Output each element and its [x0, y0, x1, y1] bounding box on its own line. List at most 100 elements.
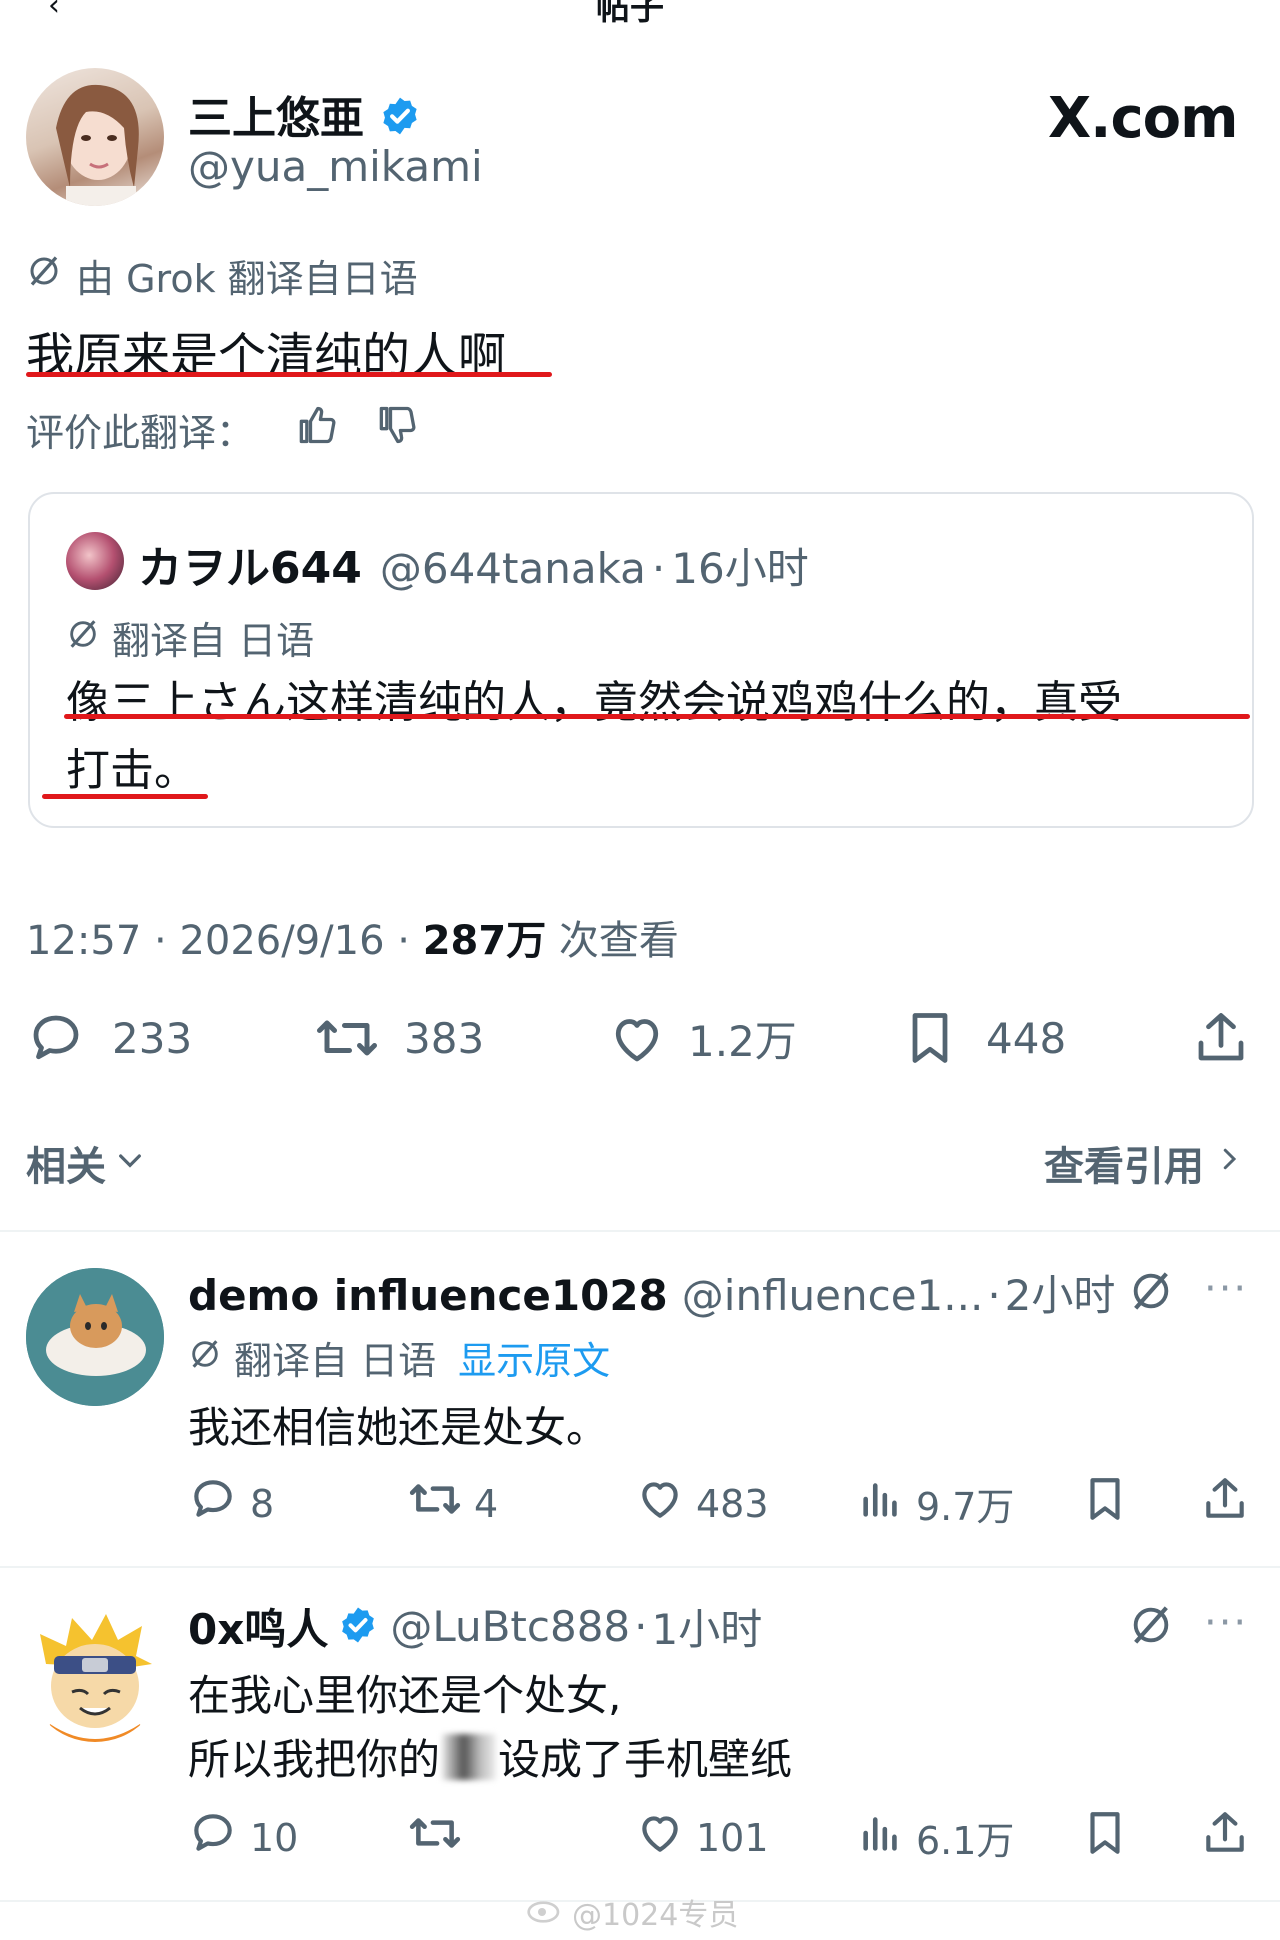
reply-time: 2小时	[1004, 1271, 1116, 1320]
repost-icon	[408, 1474, 462, 1533]
grok-icon[interactable]	[1128, 1602, 1174, 1652]
grok-icon	[26, 253, 62, 298]
rate-translation: 评价此翻译：	[26, 402, 418, 457]
reply-translation-note: 翻译自 日语 显示原文	[188, 1330, 610, 1385]
quote-author-handle[interactable]: @644tanaka	[380, 544, 646, 593]
views-chart-icon	[858, 1808, 904, 1867]
bookmark-button[interactable]: 448	[900, 1008, 1066, 1068]
more-options-icon[interactable]: ···	[1204, 1600, 1248, 1646]
views-count: 9.7万	[916, 1485, 1015, 1529]
reply-translation-text: 翻译自 日语	[234, 1339, 437, 1383]
watermark: @1024专员	[526, 1890, 738, 1934]
weibo-logo-icon	[526, 1892, 566, 1932]
reply-button[interactable]: 233	[26, 1008, 192, 1068]
reply-views-button[interactable]: 9.7万	[858, 1474, 1014, 1533]
heart-icon	[634, 1474, 686, 1533]
reply-text-line2: 所以我把你的 设成了手机壁纸	[188, 1726, 792, 1787]
underline-mark	[26, 372, 552, 377]
like-count: 483	[696, 1481, 769, 1526]
verified-badge-icon	[379, 95, 421, 148]
reply-icon	[188, 1808, 238, 1867]
views-label: 次查看	[558, 918, 679, 964]
quote-author-avatar[interactable]	[66, 532, 124, 590]
divider	[0, 1566, 1280, 1568]
reply-reply-button[interactable]: 8	[188, 1474, 274, 1533]
reply-reply-button[interactable]: 10	[188, 1808, 298, 1867]
bookmark-count: 448	[986, 1013, 1067, 1063]
more-options-icon[interactable]: ···	[1204, 1266, 1248, 1312]
reply-text: 我还相信她还是处女。	[188, 1403, 609, 1452]
reply-share-button[interactable]	[1200, 1474, 1250, 1533]
related-label: 相关	[26, 1144, 106, 1190]
quote-translation-text: 翻译自 日语	[112, 619, 315, 663]
reply-bookmark-button[interactable]	[1080, 1474, 1130, 1533]
author-name[interactable]: 三上悠亜	[188, 82, 421, 148]
repost-icon	[314, 1008, 380, 1068]
reply-count: 233	[112, 1013, 193, 1063]
reply-bookmark-button[interactable]	[1080, 1808, 1130, 1867]
reply-repost-button[interactable]: 4	[408, 1474, 498, 1533]
share-icon	[1200, 1474, 1250, 1533]
like-count: 101	[696, 1815, 769, 1860]
reply-author-name[interactable]: 0x鸣人	[188, 1596, 328, 1657]
thumbs-up-icon[interactable]	[294, 403, 338, 456]
quote-text-line1: 像三上さん这样清纯的人，竟然会说鸡鸡什么的，真受	[66, 677, 1122, 728]
reply-count: 10	[250, 1815, 299, 1860]
repost-count: 4	[474, 1481, 499, 1526]
quote-author-name[interactable]: カヲル644	[138, 532, 362, 596]
translate-icon	[188, 1336, 222, 1380]
author-name-text[interactable]: 三上悠亜	[188, 93, 364, 144]
reply-icon	[26, 1008, 86, 1068]
reply-share-button[interactable]	[1200, 1808, 1250, 1867]
reply-text-line2-start: 所以我把你的	[188, 1735, 441, 1784]
divider	[0, 1230, 1280, 1232]
reply-author-handle[interactable]: @influence1...	[682, 1271, 984, 1320]
related-toggle[interactable]: 相关	[26, 1134, 146, 1192]
reply-like-button[interactable]: 101	[634, 1808, 769, 1867]
grok-icon[interactable]	[1128, 1268, 1174, 1318]
share-icon	[1190, 1008, 1252, 1068]
share-icon	[1200, 1808, 1250, 1867]
reply-repost-button[interactable]	[408, 1808, 462, 1867]
author-avatar[interactable]	[26, 68, 164, 206]
reply-avatar[interactable]	[26, 1604, 164, 1742]
author-handle[interactable]: @yua_mikami	[188, 142, 483, 191]
heart-icon	[634, 1808, 686, 1867]
quote-header: カヲル644 @644tanaka · 16小时	[138, 532, 809, 596]
top-header: ‹ 帖子	[0, 0, 1280, 28]
views-count: 6.1万	[916, 1819, 1015, 1863]
heart-icon	[606, 1009, 668, 1069]
quote-time: 16小时	[671, 544, 809, 593]
censored-blur	[442, 1733, 497, 1780]
brand-label: X.com	[1048, 86, 1238, 151]
bookmark-icon	[900, 1008, 960, 1068]
chevron-right-icon	[1214, 1140, 1244, 1186]
reply-text-line1: 在我心里你还是个处女,	[188, 1671, 622, 1720]
reply-author-name[interactable]: demo influence1028	[188, 1271, 668, 1320]
separator-dot: ·	[634, 1602, 648, 1651]
repost-count: 383	[404, 1013, 485, 1063]
reply-header: 0x鸣人 @LuBtc888 · 1小时	[188, 1596, 762, 1657]
separator-dot: ·	[987, 1271, 1001, 1320]
reply-header: demo influence1028 @influence1... · 2小时	[188, 1262, 1115, 1323]
post-meta: 12:57 · 2026/9/16 · 287万 次查看	[26, 918, 679, 964]
like-count: 1.2万	[688, 1017, 797, 1066]
reply-views-button[interactable]: 6.1万	[858, 1808, 1014, 1867]
thumbs-down-icon[interactable]	[374, 403, 418, 456]
repost-icon	[408, 1808, 462, 1867]
reply-like-button[interactable]: 483	[634, 1474, 769, 1533]
repost-button[interactable]: 383	[314, 1008, 484, 1068]
like-button[interactable]: 1.2万	[606, 1008, 797, 1069]
view-quotes-label: 查看引用	[1044, 1144, 1204, 1190]
back-arrow-icon[interactable]: ‹	[48, 0, 60, 23]
quote-underline-2	[42, 794, 208, 799]
show-original-link[interactable]: 显示原文	[458, 1330, 610, 1385]
share-button[interactable]	[1190, 1008, 1252, 1068]
translation-note-text: 由 Grok 翻译自日语	[76, 257, 418, 301]
view-quotes-link[interactable]: 查看引用	[1044, 1134, 1244, 1192]
quote-underline-1	[64, 714, 1250, 719]
reply-author-handle[interactable]: @LuBtc888	[390, 1602, 630, 1651]
page-title: 帖子	[596, 0, 664, 28]
post-time: 12:57	[26, 918, 142, 964]
reply-avatar[interactable]	[26, 1268, 164, 1406]
